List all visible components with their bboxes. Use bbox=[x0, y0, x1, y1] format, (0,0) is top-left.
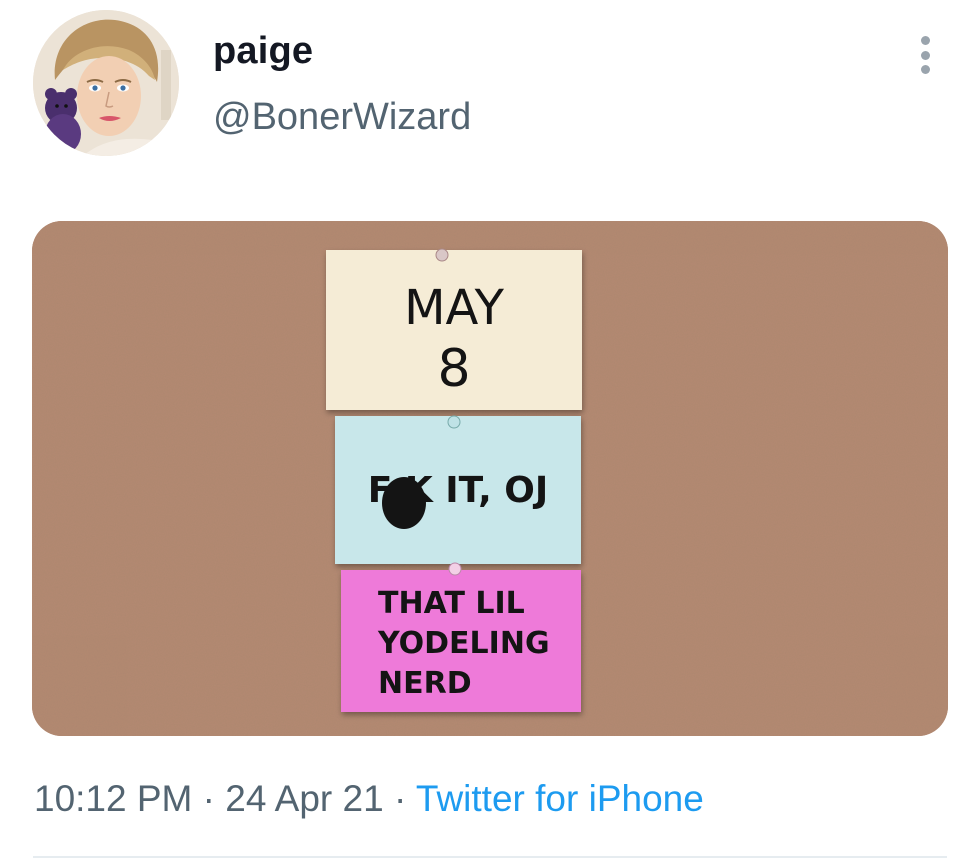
author-display-name[interactable]: paige bbox=[213, 30, 313, 73]
sticky-note-bottom: THAT LIL YODELING NERD bbox=[341, 562, 581, 712]
censor-blot bbox=[382, 477, 426, 529]
note-bottom-line2: YODELING bbox=[377, 626, 550, 661]
note-bottom-line1: THAT LIL bbox=[378, 586, 525, 621]
more-options-button[interactable] bbox=[908, 30, 942, 80]
author-handle[interactable]: @BonerWizard bbox=[213, 96, 471, 139]
sticky-note-middle: F K IT, OJ bbox=[335, 415, 581, 564]
tweet-meta: 10:12 PM · 24 Apr 21 · Twitter for iPhon… bbox=[34, 778, 704, 820]
divider bbox=[33, 856, 947, 858]
pushpin-icon bbox=[447, 415, 461, 429]
note-date-line2: 8 bbox=[437, 339, 470, 399]
more-vertical-icon bbox=[920, 36, 930, 45]
more-vertical-icon-dot bbox=[920, 65, 930, 74]
meta-separator-2: · bbox=[393, 778, 407, 819]
profile-portrait-avatar-icon bbox=[33, 10, 179, 156]
more-vertical-icon-dot bbox=[920, 50, 930, 60]
pushpin-icon bbox=[448, 562, 462, 576]
tweet-card: paige @BonerWizard MAY 8 F K IT, OJ THAT… bbox=[0, 0, 980, 861]
meta-separator: · bbox=[202, 778, 215, 819]
tweet-time[interactable]: 10:12 PM bbox=[34, 778, 192, 819]
tweet-source-link[interactable]: Twitter for iPhone bbox=[416, 778, 704, 819]
sticky-note-date: MAY 8 bbox=[326, 248, 582, 410]
tweet-image[interactable]: MAY 8 F K IT, OJ THAT LIL YODELING NERD bbox=[32, 221, 948, 736]
note-date-line1: MAY bbox=[404, 280, 505, 336]
corkboard-image: MAY 8 F K IT, OJ THAT LIL YODELING NERD bbox=[32, 221, 948, 736]
pushpin-icon bbox=[435, 248, 449, 262]
note-bottom-line3: NERD bbox=[378, 666, 472, 701]
tweet-date[interactable]: 24 Apr 21 bbox=[225, 778, 383, 819]
avatar[interactable] bbox=[33, 10, 179, 156]
